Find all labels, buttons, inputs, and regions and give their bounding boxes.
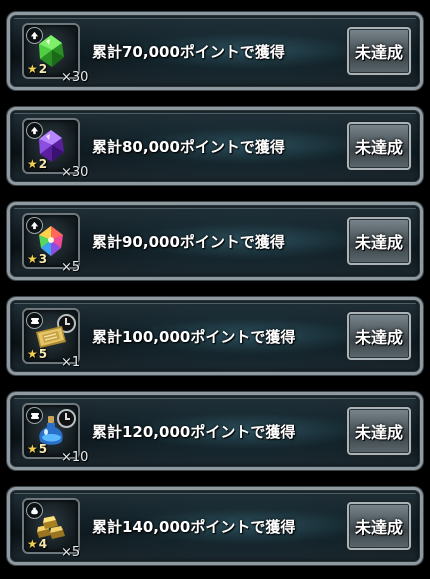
unachieved-status-button[interactable]: 未達成	[347, 27, 411, 75]
rarity-stars: ★ 4	[27, 537, 48, 551]
rarity-stars: ★ 5	[27, 347, 48, 361]
reward-condition-text: 累計140,000ポイントで獲得	[92, 518, 296, 536]
unachieved-status-button[interactable]: 未達成	[347, 407, 411, 455]
unachieved-status-button[interactable]: 未達成	[347, 217, 411, 265]
unachieved-status-button[interactable]: 未達成	[347, 122, 411, 170]
reward-quantity: ×30	[61, 70, 89, 85]
rarity-stars: ★ 2	[27, 62, 48, 76]
reward-quantity: ×5	[61, 545, 81, 560]
rarity-stars: ★ 2	[27, 157, 48, 171]
reward-condition-text: 累計100,000ポイントで獲得	[92, 328, 296, 346]
reward-row: ★ 2 ×30 累計70,000ポイントで獲得 未達成	[7, 12, 423, 90]
reward-row: ★ 2 ×30 累計80,000ポイントで獲得 未達成	[7, 107, 423, 185]
reward-quantity: ×5	[61, 260, 81, 275]
reward-row: ★ 5 ×1 累計100,000ポイントで獲得 未達成	[7, 297, 423, 375]
reward-list: ★ 2 ×30 累計70,000ポイントで獲得 未達成 ★ 2 ×30 累計80,0…	[0, 0, 430, 579]
reward-quantity: ×30	[61, 165, 89, 180]
rarity-stars: ★ 3	[27, 252, 48, 266]
reward-row: ★ 4 ×5 累計140,000ポイントで獲得 未達成	[7, 487, 423, 565]
reward-condition-text: 累計90,000ポイントで獲得	[92, 233, 285, 251]
reward-condition-text: 累計70,000ポイントで獲得	[92, 43, 285, 61]
reward-condition-text: 累計80,000ポイントで獲得	[92, 138, 285, 156]
reward-quantity: ×1	[61, 355, 81, 370]
reward-quantity: ×10	[61, 450, 89, 465]
reward-condition-text: 累計120,000ポイントで獲得	[92, 423, 296, 441]
unachieved-status-button[interactable]: 未達成	[347, 502, 411, 550]
reward-row: ★ 3 ×5 累計90,000ポイントで獲得 未達成	[7, 202, 423, 280]
reward-row: ★ 5 ×10 累計120,000ポイントで獲得 未達成	[7, 392, 423, 470]
rarity-stars: ★ 5	[27, 442, 48, 456]
unachieved-status-button[interactable]: 未達成	[347, 312, 411, 360]
